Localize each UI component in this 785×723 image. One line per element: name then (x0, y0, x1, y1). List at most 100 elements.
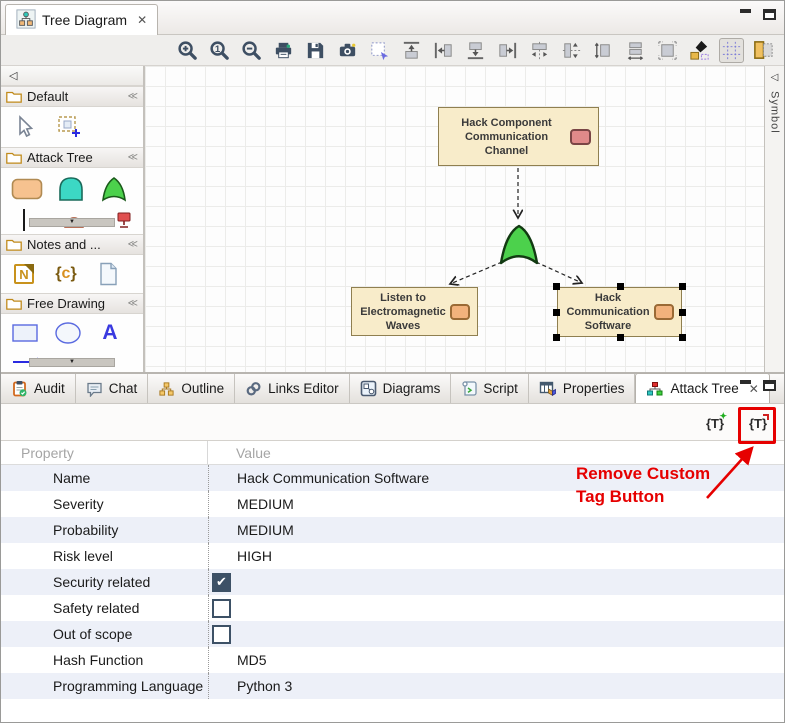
folder-icon (6, 151, 22, 164)
out-of-scope-checkbox[interactable] (212, 625, 231, 644)
node-badge[interactable] (450, 304, 470, 320)
snap-to-grid-icon[interactable] (655, 38, 680, 63)
collapse-left-icon[interactable]: ◁ (771, 72, 779, 83)
note-tool[interactable]: N (11, 260, 37, 288)
tab-diagrams[interactable]: Diagrams (350, 374, 452, 403)
table-row-programming-language[interactable]: Programming Language Python 3 (1, 673, 784, 699)
table-row-risk-level[interactable]: Risk level HIGH (1, 543, 784, 569)
palette-section-default[interactable]: Default ≪ (1, 86, 143, 107)
zoom-in-icon[interactable] (175, 38, 200, 63)
zoom-original-icon[interactable]: 1 (207, 38, 232, 63)
palette-section-free-drawing[interactable]: Free Drawing ≪ (1, 293, 143, 314)
table-row-safety-related[interactable]: Safety related (1, 595, 784, 621)
tab-audit[interactable]: Audit (1, 374, 76, 403)
camera-icon[interactable] (335, 38, 360, 63)
tab-outline[interactable]: Outline (148, 374, 235, 403)
node-listen-to-electromagnetic-waves[interactable]: Listen to Electromagnetic Waves (351, 287, 478, 336)
zoom-out-icon[interactable] (239, 38, 264, 63)
editor-tabbar: Tree Diagram ✕ (1, 1, 784, 35)
format-paint-icon[interactable] (687, 38, 712, 63)
pin-icon[interactable]: ≪ (128, 91, 138, 102)
or-gate-tool[interactable] (99, 175, 129, 203)
folder-icon (6, 238, 22, 251)
tab-script[interactable]: Script (451, 374, 529, 403)
node-hack-communication-software[interactable]: Hack Communication Software (557, 287, 682, 337)
pin-icon[interactable]: ≪ (128, 152, 138, 163)
selection-handle[interactable] (617, 283, 624, 290)
tab-links-editor[interactable]: Links Editor (235, 374, 350, 403)
palette-scroll-indicator[interactable]: ▼ (29, 358, 115, 367)
pin-icon[interactable]: ≪ (128, 298, 138, 309)
selection-handle[interactable] (679, 283, 686, 290)
section-label: Default (27, 89, 123, 104)
rectangle-tool[interactable] (11, 319, 39, 347)
minimize-button[interactable] (740, 9, 751, 13)
palette-scroll-indicator[interactable]: ▼ (29, 218, 115, 227)
align-bottom-icon[interactable] (463, 38, 488, 63)
marquee-select-icon[interactable] (367, 38, 392, 63)
save-icon[interactable] (303, 38, 328, 63)
security-related-checkbox[interactable] (212, 573, 231, 592)
selection-handle[interactable] (679, 334, 686, 341)
chat-icon (86, 381, 103, 397)
palette-section-notes[interactable]: Notes and ... ≪ (1, 234, 143, 255)
tab-tree-diagram[interactable]: Tree Diagram ✕ (5, 4, 158, 35)
annotation-highlight-box (738, 407, 776, 444)
selection-handle[interactable] (617, 334, 624, 341)
column-value[interactable]: Value (208, 445, 271, 461)
constraint-tool[interactable]: {c} (53, 260, 79, 288)
distribute-icon[interactable] (623, 38, 648, 63)
node-badge[interactable] (654, 304, 674, 320)
maximize-button[interactable] (763, 380, 776, 391)
and-gate-tool[interactable] (56, 175, 86, 203)
or-gate[interactable] (496, 222, 542, 266)
tab-properties[interactable]: Properties (529, 374, 636, 403)
selection-handle[interactable] (679, 309, 686, 316)
symbol-panel-strip[interactable]: ◁ Symbol (764, 66, 784, 372)
safety-related-checkbox[interactable] (212, 599, 231, 618)
section-label: Attack Tree (27, 150, 123, 165)
table-row-security-related[interactable]: Security related (1, 569, 784, 595)
tab-title: Tree Diagram (42, 12, 127, 28)
panel-toolbar: {T} ✦ {T} (1, 404, 784, 440)
table-row-out-of-scope[interactable]: Out of scope (1, 621, 784, 647)
pin-icon[interactable]: ≪ (128, 239, 138, 250)
ellipse-tool[interactable] (53, 319, 83, 347)
select-tool[interactable] (11, 113, 37, 141)
node-badge[interactable] (570, 129, 591, 145)
collapse-left-icon: ◁ (9, 69, 17, 82)
diagram-canvas[interactable]: Hack Component Communication Channel Lis… (145, 66, 764, 372)
edit-symbol-icon[interactable] (751, 38, 776, 63)
document-tool[interactable] (95, 260, 121, 288)
center-horizontal-icon[interactable] (527, 38, 552, 63)
node-tool[interactable] (11, 175, 43, 203)
align-left-icon[interactable] (431, 38, 456, 63)
symbol-panel-label[interactable]: Symbol (769, 91, 781, 134)
minimize-button[interactable] (740, 380, 751, 384)
selection-handle[interactable] (553, 309, 560, 316)
center-vertical-icon[interactable] (559, 38, 584, 63)
print-icon[interactable] (271, 38, 296, 63)
selection-handle[interactable] (553, 283, 560, 290)
marquee-add-tool[interactable] (55, 113, 83, 141)
table-row-hash-function[interactable]: Hash Function MD5 (1, 647, 784, 673)
palette-section-attack-tree[interactable]: Attack Tree ≪ (1, 147, 143, 168)
toggle-grid-icon[interactable] (719, 38, 744, 63)
editor-toolbar: 1 (1, 35, 784, 66)
folder-icon (6, 297, 22, 310)
annotation-text: Remove Custom Tag Button (576, 462, 710, 508)
selection-handle[interactable] (553, 334, 560, 341)
align-top-icon[interactable] (399, 38, 424, 63)
add-custom-tag-button[interactable]: {T} ✦ (701, 411, 729, 435)
close-icon[interactable]: ✕ (137, 13, 147, 27)
tab-chat[interactable]: Chat (76, 374, 149, 403)
align-right-icon[interactable] (495, 38, 520, 63)
match-size-icon[interactable] (591, 38, 616, 63)
section-label: Free Drawing (27, 296, 123, 311)
column-property[interactable]: Property (1, 441, 208, 464)
text-tool[interactable]: A (97, 319, 123, 347)
maximize-button[interactable] (763, 9, 776, 20)
table-row-probability[interactable]: Probability MEDIUM (1, 517, 784, 543)
node-hack-component-communication-channel[interactable]: Hack Component Communication Channel (438, 107, 599, 166)
palette-collapse-button[interactable]: ◁ (1, 66, 143, 86)
